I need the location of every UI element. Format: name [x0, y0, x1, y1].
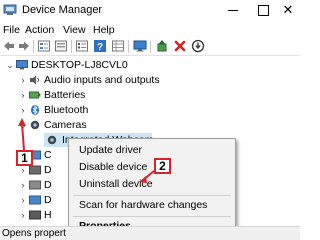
annotation-arrows [18, 118, 155, 183]
callout-2: 2 [154, 158, 171, 174]
status-bar: Opens propert [0, 226, 300, 240]
callout-1-arrow [21, 123, 25, 151]
callout-1-arrowhead [18, 118, 26, 126]
status-text: Opens propert [2, 228, 66, 239]
callout-2-arrowhead [139, 176, 147, 183]
device-manager-window: Device Manager ✕ File Action View Help ?… [0, 0, 300, 240]
callout-1: 1 [16, 150, 33, 166]
